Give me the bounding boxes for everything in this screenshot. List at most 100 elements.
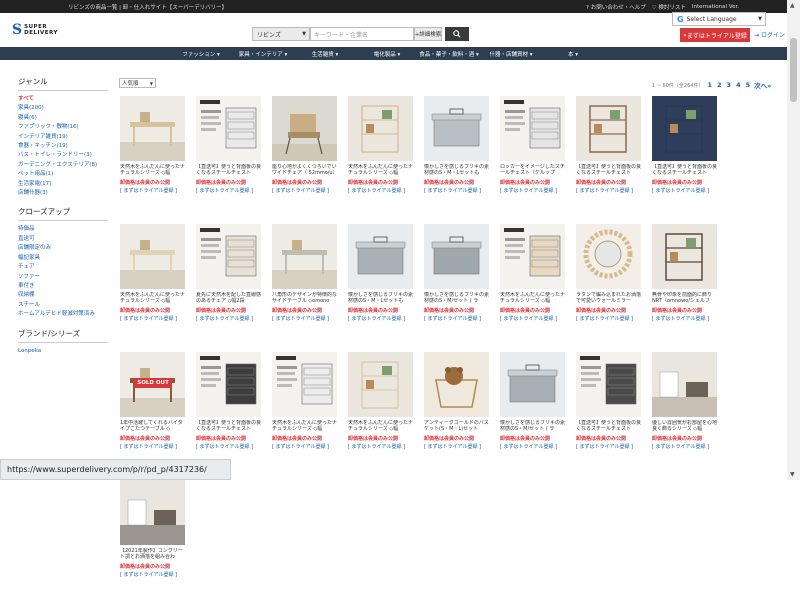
trial-register-link[interactable]: [ まずはトライアル登録 ] bbox=[196, 187, 253, 194]
product-name[interactable]: 1年中活躍してくれるハイタイプこたつテーブル ◇ bbox=[120, 420, 186, 433]
genre-link[interactable]: 家具(200) bbox=[18, 104, 108, 113]
page-link[interactable]: 2 bbox=[717, 81, 722, 89]
trial-register-button[interactable]: » まずはトライアル登録 bbox=[680, 28, 750, 42]
genre-link[interactable]: 食器・キッチン(19) bbox=[18, 142, 108, 151]
product-card[interactable]: 【直送可】使うと背面板の良くなるスチールチェスト 卸価格は会員のみ公開[ まずはト… bbox=[574, 352, 650, 480]
search-scope-select[interactable]: リビンズ ▼ bbox=[252, 27, 310, 41]
product-thumbnail[interactable] bbox=[348, 352, 413, 417]
product-thumbnail[interactable] bbox=[196, 352, 261, 417]
scroll-up-icon[interactable]: ▲ bbox=[790, 2, 795, 9]
product-card[interactable]: 天然木をふんだんに使ったナチュラルシリーズ ◇幅 卸価格は会員のみ公開[ まずはト… bbox=[498, 224, 574, 352]
product-name[interactable]: アンティークゴールドのバスケット(S・M・L)セット bbox=[424, 420, 490, 433]
trial-register-link[interactable]: [ まずはトライアル登録 ] bbox=[272, 443, 329, 450]
site-logo[interactable]: S SUPER DELIVERY bbox=[12, 22, 58, 38]
closeup-link[interactable]: スチール bbox=[18, 301, 108, 310]
page-link[interactable]: 5 bbox=[746, 81, 751, 89]
trial-register-link[interactable]: [ まずはトライアル登録 ] bbox=[652, 443, 709, 450]
trial-register-link[interactable]: [ まずはトライアル登録 ] bbox=[348, 315, 405, 322]
closeup-link[interactable]: 幅記家具 bbox=[18, 254, 108, 263]
search-input[interactable]: キーワード・企業名 bbox=[310, 27, 414, 41]
international-link[interactable]: International Ver. bbox=[692, 4, 739, 10]
product-card[interactable]: 【直送可】使うと背面板の良くなるスチールチェスト 卸価格は会員のみ公開[ まずはト… bbox=[650, 96, 726, 224]
product-name[interactable]: 懐かしさを感じるブリキの素材感のS・M・Lセットも bbox=[348, 292, 414, 305]
product-name[interactable]: 天然木をふんだんに使ったナチュラルシリーズ ◇幅 bbox=[500, 292, 566, 305]
product-name[interactable]: 懐かしさを感じるブリキの素材感のS・M/セット ( ラ bbox=[424, 292, 490, 305]
closeup-link[interactable]: 車付き bbox=[18, 282, 108, 291]
product-name[interactable]: 【直送可】使うと背面板の良くなるスチールチェスト bbox=[576, 420, 642, 433]
closeup-link[interactable]: 直送可 bbox=[18, 235, 108, 244]
product-card[interactable]: 座り心地がよくくつろいでいワイドチェア（ 52mmo/u） 卸価格は会員のみ公開[… bbox=[270, 96, 346, 224]
page-link[interactable]: 3 bbox=[727, 81, 732, 89]
nav-item-books[interactable]: 本 ▾ bbox=[542, 50, 604, 58]
product-name[interactable]: 天然木をふんだんに使ったナチュラルシリーズ ◇幅 bbox=[348, 420, 414, 433]
product-thumbnail[interactable]: SOLD OUT bbox=[120, 352, 185, 417]
product-name[interactable]: 無骨や印象を前面的に飾りNRT〈omnowo/シェルフ bbox=[652, 292, 718, 305]
product-card[interactable]: アンティークゴールドのバスケット(S・M・L)セット 卸価格は会員のみ公開[ まず… bbox=[422, 352, 498, 480]
product-thumbnail[interactable] bbox=[424, 96, 489, 161]
product-card[interactable]: 懐かしさを感じるブリキの素材感のS・M/セット ( ラ卸価格は会員のみ公開[ ま… bbox=[422, 224, 498, 352]
product-name[interactable]: ラタンで編み込まれたお洒落で可愛いウォールミラー bbox=[576, 292, 642, 305]
product-thumbnail[interactable] bbox=[424, 352, 489, 417]
product-name[interactable]: 懐かしさを感じるブリキの素材感のS・M・Lセットも bbox=[424, 164, 490, 177]
product-thumbnail[interactable] bbox=[120, 96, 185, 161]
product-card[interactable]: 天然木をふんだんに使ったナチュラルシリーズ ◇幅 卸価格は会員のみ公開[ まずはト… bbox=[346, 96, 422, 224]
genre-link[interactable]: ファブリック・敷物(16) bbox=[18, 123, 108, 132]
product-card[interactable]: 懐かしさを感じるブリキの素材感のS・M/セット ( ラ卸価格は会員のみ公開[ ま… bbox=[498, 352, 574, 480]
product-card[interactable]: 【直送可】使うと背面板の良くなるスチールチェスト 卸価格は会員のみ公開[ まずはト… bbox=[194, 96, 270, 224]
product-thumbnail[interactable] bbox=[500, 96, 565, 161]
scroll-down-icon[interactable]: ▼ bbox=[790, 471, 795, 478]
product-card[interactable]: 優しい雰囲気がお部屋を心地良く飾るシリーズ ◇幅 卸価格は会員のみ公開[ まずはト… bbox=[650, 352, 726, 480]
product-card[interactable]: 【2021年製作】コンクリート調とお洒落を組み合わ 卸価格は会員のみ公開[ まずは… bbox=[118, 480, 194, 608]
trial-register-link[interactable]: [ まずはトライアル登録 ] bbox=[576, 443, 633, 450]
closeup-link[interactable]: 収納棚 bbox=[18, 291, 108, 300]
product-name[interactable]: 【直送可】使うと背面板の良くなるスチールチェスト bbox=[576, 164, 642, 177]
product-thumbnail[interactable] bbox=[348, 224, 413, 289]
product-card[interactable]: 天然木をふんだんに使ったナチュラルシリーズ ◇幅 卸価格は会員のみ公開[ まずはト… bbox=[118, 96, 194, 224]
scrollbar-thumb[interactable] bbox=[790, 38, 797, 102]
product-thumbnail[interactable] bbox=[196, 96, 261, 161]
nav-item-electronics[interactable]: 電化製品 ▾ bbox=[356, 50, 418, 58]
genre-link[interactable]: 寝具(6) bbox=[18, 114, 108, 123]
trial-register-link[interactable]: [ まずはトライアル登録 ] bbox=[120, 571, 177, 578]
product-thumbnail[interactable] bbox=[196, 224, 261, 289]
trial-register-link[interactable]: [ まずはトライアル登録 ] bbox=[424, 187, 481, 194]
genre-link[interactable]: すべて bbox=[18, 95, 108, 104]
product-name[interactable]: 天然木をふんだんに使ったナチュラルシリーズ ◇幅 bbox=[272, 420, 338, 433]
product-card[interactable]: ロッカーをイメージしたスチールチェスト〈ケルップ 卸価格は会員のみ公開[ まずはト… bbox=[498, 96, 574, 224]
product-card[interactable]: 夏先に天然木を配した直線感のあるチェア ◇幅2段 卸価格は会員のみ公開[ まずはト… bbox=[194, 224, 270, 352]
trial-register-link[interactable]: [ まずはトライアル登録 ] bbox=[576, 187, 633, 194]
brand-link[interactable]: Lonpeka bbox=[18, 347, 108, 356]
product-card[interactable]: 天然木をふんだんに使ったナチュラルシリーズ ◇幅 卸価格は会員のみ公開[ まずはト… bbox=[270, 352, 346, 480]
product-thumbnail[interactable] bbox=[500, 224, 565, 289]
nav-item-fashion[interactable]: ファッション ▾ bbox=[170, 50, 232, 58]
product-name[interactable]: 優しい雰囲気がお部屋を心地良く飾るシリーズ ◇幅 bbox=[652, 420, 718, 433]
nav-item-furniture[interactable]: 家具・インテリア ▾ bbox=[232, 50, 294, 58]
product-name[interactable]: 天然木をふんだんに使ったナチュラルシリーズ ◇幅 bbox=[120, 164, 186, 177]
trial-register-link[interactable]: [ まずはトライアル登録 ] bbox=[576, 315, 633, 322]
product-name[interactable]: ロッカーをイメージしたスチールチェスト〈ケルップ bbox=[500, 164, 566, 177]
product-name[interactable]: 天然木をふんだんに使ったナチュラルシリーズ ◇幅 bbox=[120, 292, 186, 305]
product-thumbnail[interactable] bbox=[120, 224, 185, 289]
product-card[interactable]: 【直送可】使うと背面板の良くなるスチールチェスト 卸価格は会員のみ公開[ まずはト… bbox=[574, 96, 650, 224]
trial-register-link[interactable]: [ まずはトライアル登録 ] bbox=[500, 187, 557, 194]
product-thumbnail[interactable] bbox=[120, 480, 185, 545]
trial-register-link[interactable]: [ まずはトライアル登録 ] bbox=[500, 443, 557, 450]
trial-register-link[interactable]: [ まずはトライアル登録 ] bbox=[196, 315, 253, 322]
product-thumbnail[interactable] bbox=[272, 224, 337, 289]
closeup-link[interactable]: 店舗限定のみ bbox=[18, 244, 108, 253]
product-card[interactable]: 懐かしさを感じるブリキの素材感のS・M・Lセットも 卸価格は会員のみ公開[ まずは… bbox=[346, 224, 422, 352]
trial-register-link[interactable]: [ まずはトライアル登録 ] bbox=[424, 315, 481, 322]
advanced-search-button[interactable]: +詳細検索 bbox=[414, 27, 442, 41]
genre-link[interactable]: インテリア雑貨(19) bbox=[18, 133, 108, 142]
trial-register-link[interactable]: [ まずはトライアル登録 ] bbox=[120, 315, 177, 322]
product-name[interactable]: 座り心地がよくくつろいでいワイドチェア（ 52mmo/u） bbox=[272, 164, 338, 177]
closeup-link[interactable]: チェア bbox=[18, 263, 108, 272]
genre-link[interactable]: ペット用品(1) bbox=[18, 170, 108, 179]
trial-register-link[interactable]: [ まずはトライアル登録 ] bbox=[348, 187, 405, 194]
product-thumbnail[interactable] bbox=[576, 224, 641, 289]
closeup-link[interactable]: 特価品 bbox=[18, 225, 108, 234]
genre-link[interactable]: ガーデニング・エクステリア(8) bbox=[18, 161, 108, 170]
closeup-link[interactable]: ホームアルデヒド軽減対策済み bbox=[18, 310, 108, 319]
product-name[interactable]: 【直送可】使うと背面板の良くなるスチールチェスト bbox=[652, 164, 718, 177]
product-thumbnail[interactable] bbox=[272, 352, 337, 417]
